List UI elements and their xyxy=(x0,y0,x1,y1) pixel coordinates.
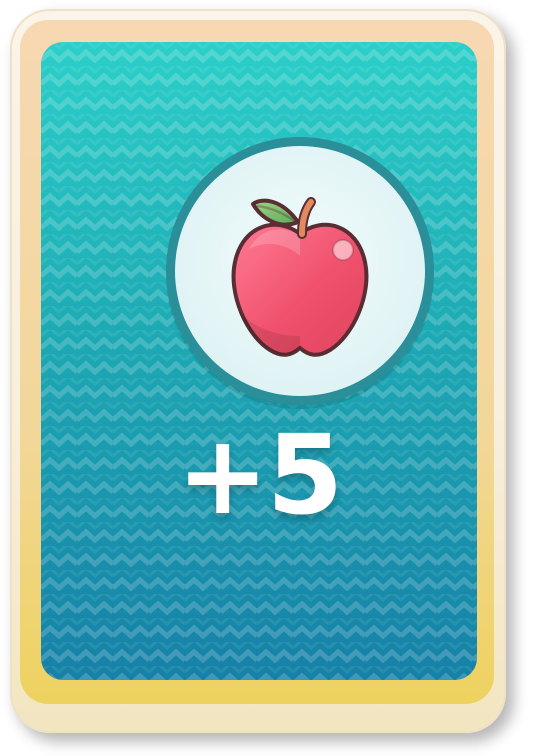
reward-badge xyxy=(166,137,434,405)
card-face xyxy=(41,42,477,680)
reward-amount: +5 xyxy=(176,411,344,539)
badge-inner xyxy=(175,146,425,396)
apple-icon xyxy=(231,197,369,357)
